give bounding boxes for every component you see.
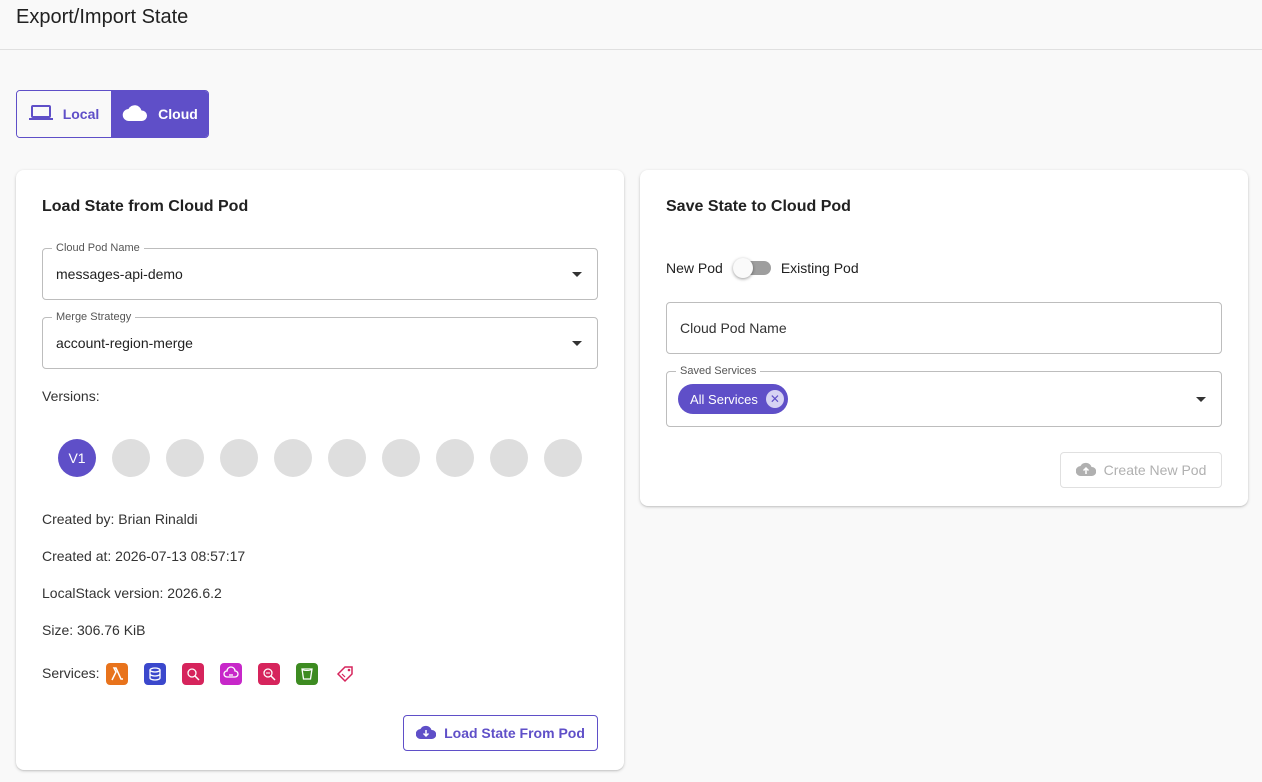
cloud-pod-name-label: Cloud Pod Name bbox=[52, 241, 144, 255]
pod-mode-switch-row: New Pod Existing Pod bbox=[666, 258, 859, 278]
cloud-upload-icon bbox=[1075, 461, 1096, 480]
cloudwatch-logs-icon bbox=[258, 663, 280, 685]
load-card-title: Load State from Cloud Pod bbox=[42, 198, 249, 215]
size-text: Size: 306.76 KiB bbox=[42, 622, 146, 638]
mode-toggle-group: Local Cloud bbox=[16, 90, 209, 138]
saved-services-select[interactable]: Saved Services All Services ✕ bbox=[666, 364, 1222, 427]
version-button[interactable] bbox=[274, 439, 312, 477]
local-tab-button[interactable]: Local bbox=[17, 91, 112, 137]
merge-strategy-label: Merge Strategy bbox=[52, 310, 136, 324]
created-by-text: Created by: Brian Rinaldi bbox=[42, 511, 198, 527]
s3-icon bbox=[296, 663, 318, 685]
switch-thumb bbox=[732, 258, 753, 278]
created-at-text: Created at: 2026-07-13 08:57:17 bbox=[42, 548, 246, 564]
version-button[interactable] bbox=[544, 439, 582, 477]
service-icon-list bbox=[106, 663, 356, 685]
version-button[interactable] bbox=[328, 439, 366, 477]
version-button[interactable] bbox=[490, 439, 528, 477]
version-list: V1 bbox=[58, 439, 582, 477]
chevron-down-icon bbox=[572, 272, 582, 277]
create-new-pod-label: Create New Pod bbox=[1103, 462, 1207, 478]
merge-strategy-value: account-region-merge bbox=[56, 335, 193, 351]
localstack-version-text: LocalStack version: 2026.6.2 bbox=[42, 585, 222, 601]
cloud-icon bbox=[122, 104, 148, 125]
cloud-tab-label: Cloud bbox=[158, 106, 198, 122]
cloudwatch-icon bbox=[182, 663, 204, 685]
dynamodb-icon bbox=[144, 663, 166, 685]
merge-strategy-select[interactable]: Merge Strategy account-region-merge bbox=[42, 310, 598, 369]
chip-label: All Services bbox=[690, 391, 758, 407]
load-state-button[interactable]: Load State From Pod bbox=[403, 715, 598, 751]
cloud-pod-name-select[interactable]: Cloud Pod Name messages-api-demo bbox=[42, 241, 598, 300]
resource-groups-tagging-icon bbox=[334, 663, 356, 685]
services-label: Services: bbox=[42, 665, 100, 681]
lambda-icon bbox=[106, 663, 128, 685]
version-button[interactable] bbox=[112, 439, 150, 477]
save-state-card: Save State to Cloud Pod New Pod Existing… bbox=[640, 170, 1248, 506]
local-tab-label: Local bbox=[62, 106, 100, 122]
create-new-pod-button[interactable]: Create New Pod bbox=[1060, 452, 1222, 488]
version-button[interactable] bbox=[220, 439, 258, 477]
laptop-icon bbox=[28, 104, 53, 125]
version-button[interactable]: V1 bbox=[58, 439, 96, 477]
save-card-title: Save State to Cloud Pod bbox=[666, 198, 851, 215]
versions-label: Versions: bbox=[42, 388, 100, 404]
cloud-download-icon bbox=[415, 724, 437, 743]
page-header: Export/Import State bbox=[0, 0, 1262, 50]
chevron-down-icon bbox=[1196, 397, 1206, 402]
all-services-chip: All Services ✕ bbox=[678, 384, 788, 414]
pod-mode-switch[interactable] bbox=[732, 258, 771, 278]
load-state-button-label: Load State From Pod bbox=[444, 725, 585, 741]
new-pod-label: New Pod bbox=[666, 260, 723, 276]
close-icon[interactable]: ✕ bbox=[765, 390, 784, 408]
cloud-pod-name-input[interactable] bbox=[667, 303, 1221, 353]
chevron-down-icon bbox=[572, 341, 582, 346]
cloud-pod-name-field bbox=[666, 302, 1222, 354]
cloud-pod-name-value: messages-api-demo bbox=[56, 266, 183, 282]
version-button[interactable] bbox=[382, 439, 420, 477]
load-state-card: Load State from Cloud Pod Cloud Pod Name… bbox=[16, 170, 624, 770]
eventbridge-icon bbox=[220, 663, 242, 685]
cloud-tab-button[interactable]: Cloud bbox=[112, 91, 208, 137]
existing-pod-label: Existing Pod bbox=[780, 260, 859, 276]
page-title: Export/Import State bbox=[16, 6, 189, 28]
version-button[interactable] bbox=[166, 439, 204, 477]
saved-services-label: Saved Services bbox=[676, 364, 761, 378]
version-button[interactable] bbox=[436, 439, 474, 477]
